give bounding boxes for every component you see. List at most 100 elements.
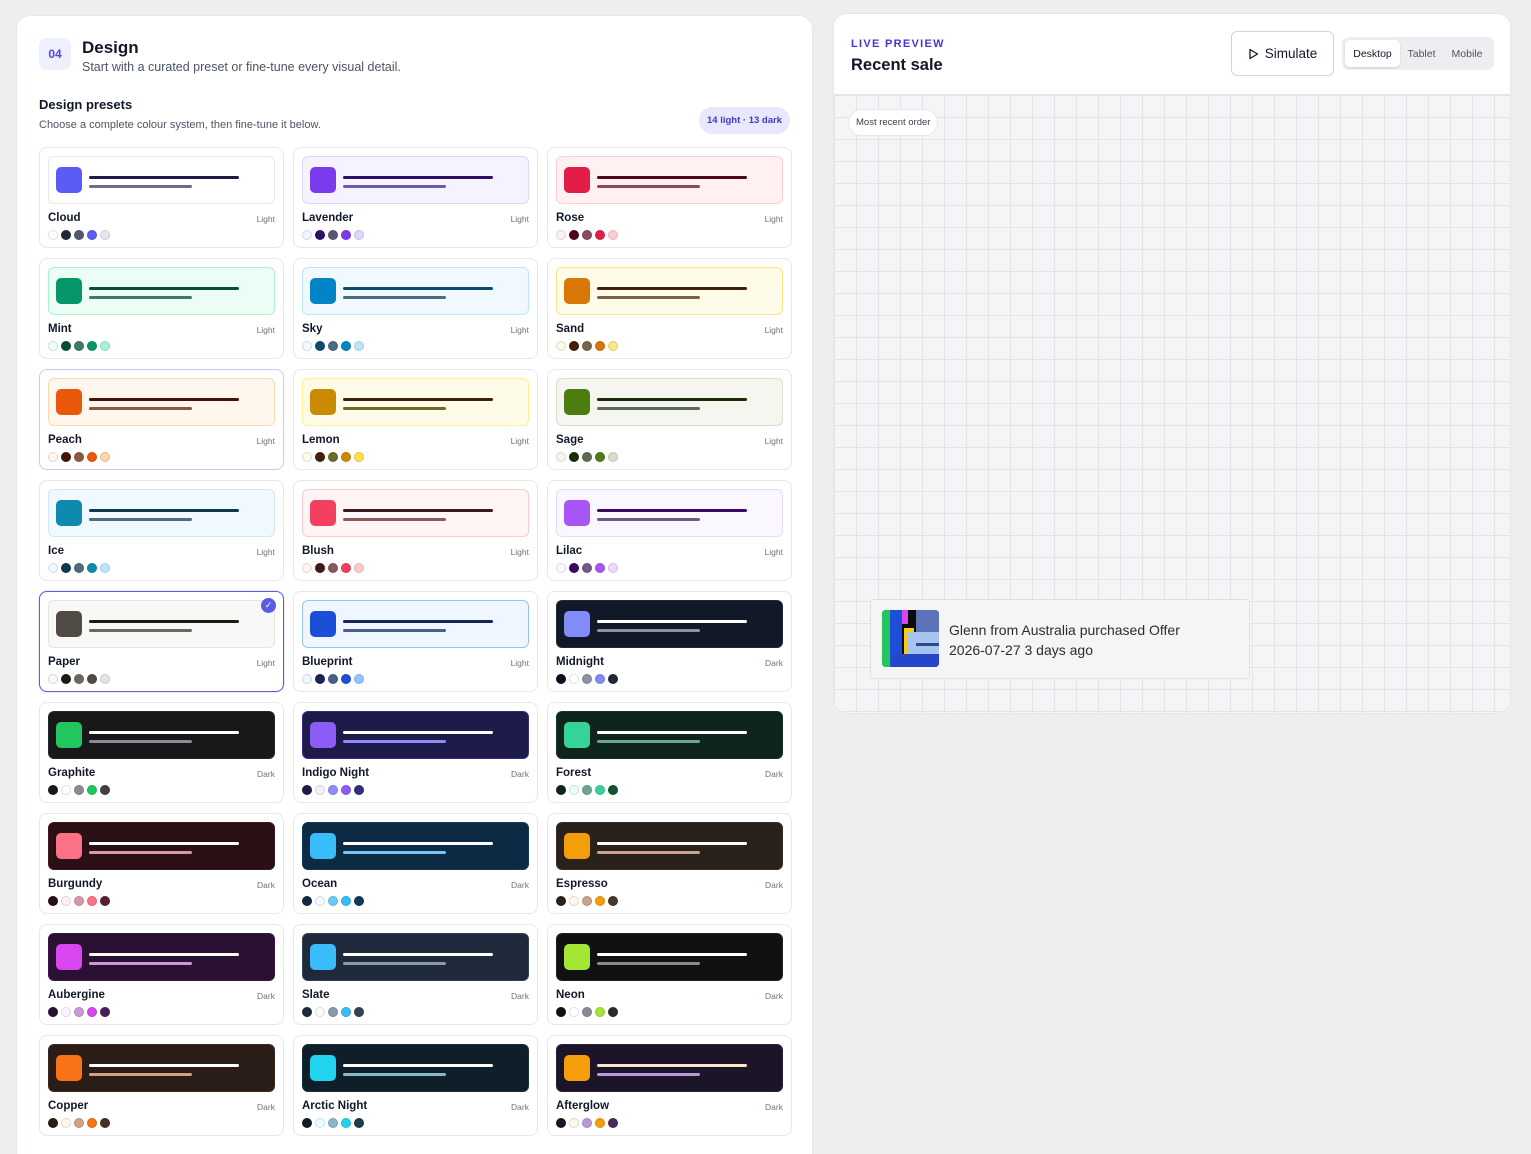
preset-name: Lemon [302,434,340,446]
preset-card-afterglow[interactable]: Afterglow Dark [547,1035,792,1136]
preset-palette [556,785,618,795]
palette-dot [61,563,71,573]
preview-canvas: Most recent order Glenn from Australia p… [834,95,1510,713]
sale-notification[interactable]: Glenn from Australia purchased Offer 202… [870,599,1250,679]
preset-card-ice[interactable]: Ice Light [39,480,284,581]
preset-palette [302,674,364,684]
preset-accent-swatch [564,1055,590,1081]
preset-text-line [89,398,239,401]
palette-dot [302,341,312,351]
palette-dot [556,785,566,795]
preset-text-line [597,731,747,734]
palette-dot [608,896,618,906]
preset-card-forest[interactable]: Forest Dark [547,702,792,803]
preset-card-arctic-night[interactable]: Arctic Night Dark [293,1035,538,1136]
palette-dot [61,674,71,684]
palette-dot [302,1118,312,1128]
preset-name: Afterglow [556,1100,610,1112]
preset-preview [556,1044,783,1092]
palette-dot [315,1007,325,1017]
preset-accent-swatch [564,722,590,748]
preset-text-line [343,287,493,290]
preset-name: Lavender [302,212,354,224]
palette-dot [100,341,110,351]
preset-subtext-line [89,407,192,410]
preset-accent-swatch [310,500,336,526]
preset-mode: Dark [511,1102,529,1112]
preset-accent-swatch [310,1055,336,1081]
preset-card-ocean[interactable]: Ocean Dark [293,813,538,914]
palette-dot [328,785,338,795]
preview-header: LIVE PREVIEW Recent sale Simulate Deskto… [834,14,1510,95]
preset-card-neon[interactable]: Neon Dark [547,924,792,1025]
preset-accent-swatch [564,611,590,637]
preset-name: Graphite [48,767,96,779]
preset-card-slate[interactable]: Slate Dark [293,924,538,1025]
preset-subtext-line [343,629,446,632]
palette-dot [569,785,579,795]
section-subtitle: Start with a curated preset or fine-tune… [82,60,401,74]
palette-dot [61,452,71,462]
palette-dot [302,785,312,795]
palette-dot [354,1007,364,1017]
preset-mode: Dark [511,880,529,890]
preset-card-rose[interactable]: Rose Light [547,147,792,248]
preset-card-sand[interactable]: Sand Light [547,258,792,359]
preset-card-sage[interactable]: Sage Light [547,369,792,470]
preset-card-burgundy[interactable]: Burgundy Dark [39,813,284,914]
preset-card-espresso[interactable]: Espresso Dark [547,813,792,914]
preset-preview [556,933,783,981]
preset-mode: Light [256,325,275,335]
palette-dot [48,341,58,351]
palette-dot [582,452,592,462]
palette-dot [354,563,364,573]
device-tab-desktop[interactable]: Desktop [1345,40,1400,67]
check-icon: ✓ [261,598,276,613]
palette-dot [595,563,605,573]
simulate-button[interactable]: Simulate [1231,31,1334,76]
palette-dot [569,674,579,684]
palette-dot [315,341,325,351]
preset-text-line [343,620,493,623]
preset-card-paper[interactable]: Paper Light ✓ [39,591,284,692]
preset-card-peach[interactable]: Peach Light [39,369,284,470]
palette-dot [569,230,579,240]
preset-name: Lilac [556,545,583,557]
preset-subtext-line [597,851,700,854]
preset-card-indigo-night[interactable]: Indigo Night Dark [293,702,538,803]
preset-card-copper[interactable]: Copper Dark [39,1035,284,1136]
palette-dot [48,452,58,462]
preset-accent-swatch [56,944,82,970]
palette-dot [341,785,351,795]
preset-card-sky[interactable]: Sky Light [293,258,538,359]
palette-dot [341,674,351,684]
preset-subtext-line [343,962,446,965]
device-tab-mobile[interactable]: Mobile [1443,40,1491,67]
preset-text-line [343,731,493,734]
preset-card-aubergine[interactable]: Aubergine Dark [39,924,284,1025]
preset-card-midnight[interactable]: Midnight Dark [547,591,792,692]
preset-card-mint[interactable]: Mint Light [39,258,284,359]
preset-card-lemon[interactable]: Lemon Light [293,369,538,470]
palette-dot [100,452,110,462]
preset-palette [556,674,618,684]
palette-dot [100,1118,110,1128]
palette-dot [595,896,605,906]
preset-preview [302,933,529,981]
preset-card-lilac[interactable]: Lilac Light [547,480,792,581]
palette-dot [354,452,364,462]
palette-dot [582,230,592,240]
palette-dot [569,1007,579,1017]
palette-dot [582,1118,592,1128]
preset-card-cloud[interactable]: Cloud Light [39,147,284,248]
preset-preview [302,600,529,648]
preset-name: Cloud [48,212,81,224]
preset-card-blueprint[interactable]: Blueprint Light [293,591,538,692]
preset-card-blush[interactable]: Blush Light [293,480,538,581]
preset-card-graphite[interactable]: Graphite Dark [39,702,284,803]
preset-accent-swatch [564,944,590,970]
device-tab-tablet[interactable]: Tablet [1400,40,1443,67]
palette-dot [582,785,592,795]
preset-card-lavender[interactable]: Lavender Light [293,147,538,248]
preset-name: Peach [48,434,82,446]
